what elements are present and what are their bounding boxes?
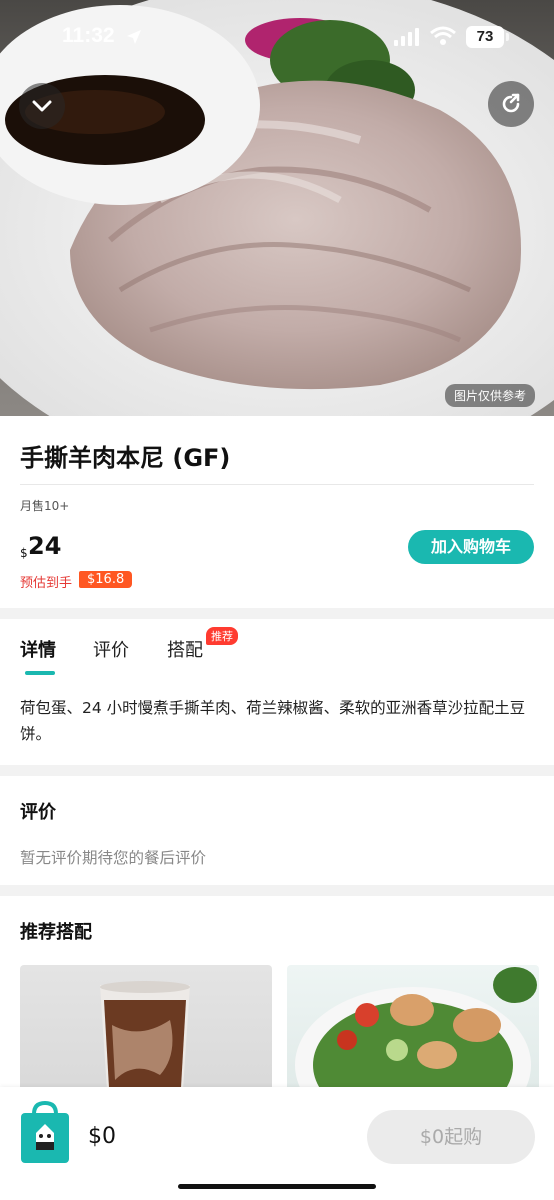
share-button[interactable] <box>488 81 534 127</box>
collapse-button[interactable] <box>19 83 65 129</box>
cellular-signal-icon <box>394 28 419 46</box>
product-info-card: 手撕羊肉本尼 (GF) 月售10+ $ 24 预估到手 $16.8 加入购物车 <box>0 416 554 608</box>
monthly-sales: 月售10+ <box>20 499 70 513</box>
divider <box>20 484 534 485</box>
tab-pairings[interactable]: 搭配 <box>167 636 203 662</box>
estimate-label: 预估到手 <box>20 576 73 591</box>
reviews-title: 评价 <box>20 802 56 823</box>
product-description: 荷包蛋、24 小时慢煮手撕羊肉、荷兰辣椒酱、柔软的亚洲香草沙拉配土豆饼。 <box>20 699 526 743</box>
min-order-button[interactable]: $0起购 <box>367 1110 535 1164</box>
product-title: 手撕羊肉本尼 (GF) <box>20 444 231 472</box>
battery-indicator: 73 <box>466 26 509 48</box>
status-bar: 11:32 73 <box>0 0 554 76</box>
recommend-badge: 推荐 <box>206 627 238 645</box>
price-currency: $ <box>20 546 28 560</box>
estimate-price-badge: $16.8 <box>79 571 133 588</box>
reviews-empty-text: 暂无评价期待您的餐后评价 <box>20 849 207 867</box>
recommended-item-salad[interactable] <box>287 965 539 1105</box>
shopping-bag-icon[interactable] <box>18 1100 72 1166</box>
chicken-salad-photo <box>295 967 537 1105</box>
status-time: 11:32 <box>62 24 115 47</box>
recommended-title: 推荐搭配 <box>20 922 92 943</box>
iced-coffee-photo <box>100 981 190 1105</box>
home-indicator <box>178 1184 376 1189</box>
active-tab-indicator <box>25 671 55 675</box>
image-reference-badge: 图片仅供参考 <box>444 384 535 407</box>
recommended-item-drink[interactable] <box>20 965 272 1105</box>
tab-details[interactable]: 详情 <box>20 636 56 662</box>
share-icon <box>502 93 520 113</box>
location-arrow-icon <box>127 30 141 44</box>
wifi-icon <box>430 26 456 45</box>
price-value: 24 <box>28 532 62 560</box>
details-card: 详情 评价 搭配 推荐 荷包蛋、24 小时慢煮手撕羊肉、荷兰辣椒酱、柔软的亚洲香… <box>0 619 554 765</box>
bottom-cart-bar: $0 $0起购 <box>0 1087 554 1200</box>
cart-total: $0 <box>88 1124 116 1149</box>
add-to-cart-button[interactable]: 加入购物车 <box>408 530 534 564</box>
tab-reviews[interactable]: 评价 <box>93 636 129 662</box>
chevron-down-icon <box>32 100 52 112</box>
reviews-section: 评价 暂无评价期待您的餐后评价 <box>0 776 554 885</box>
